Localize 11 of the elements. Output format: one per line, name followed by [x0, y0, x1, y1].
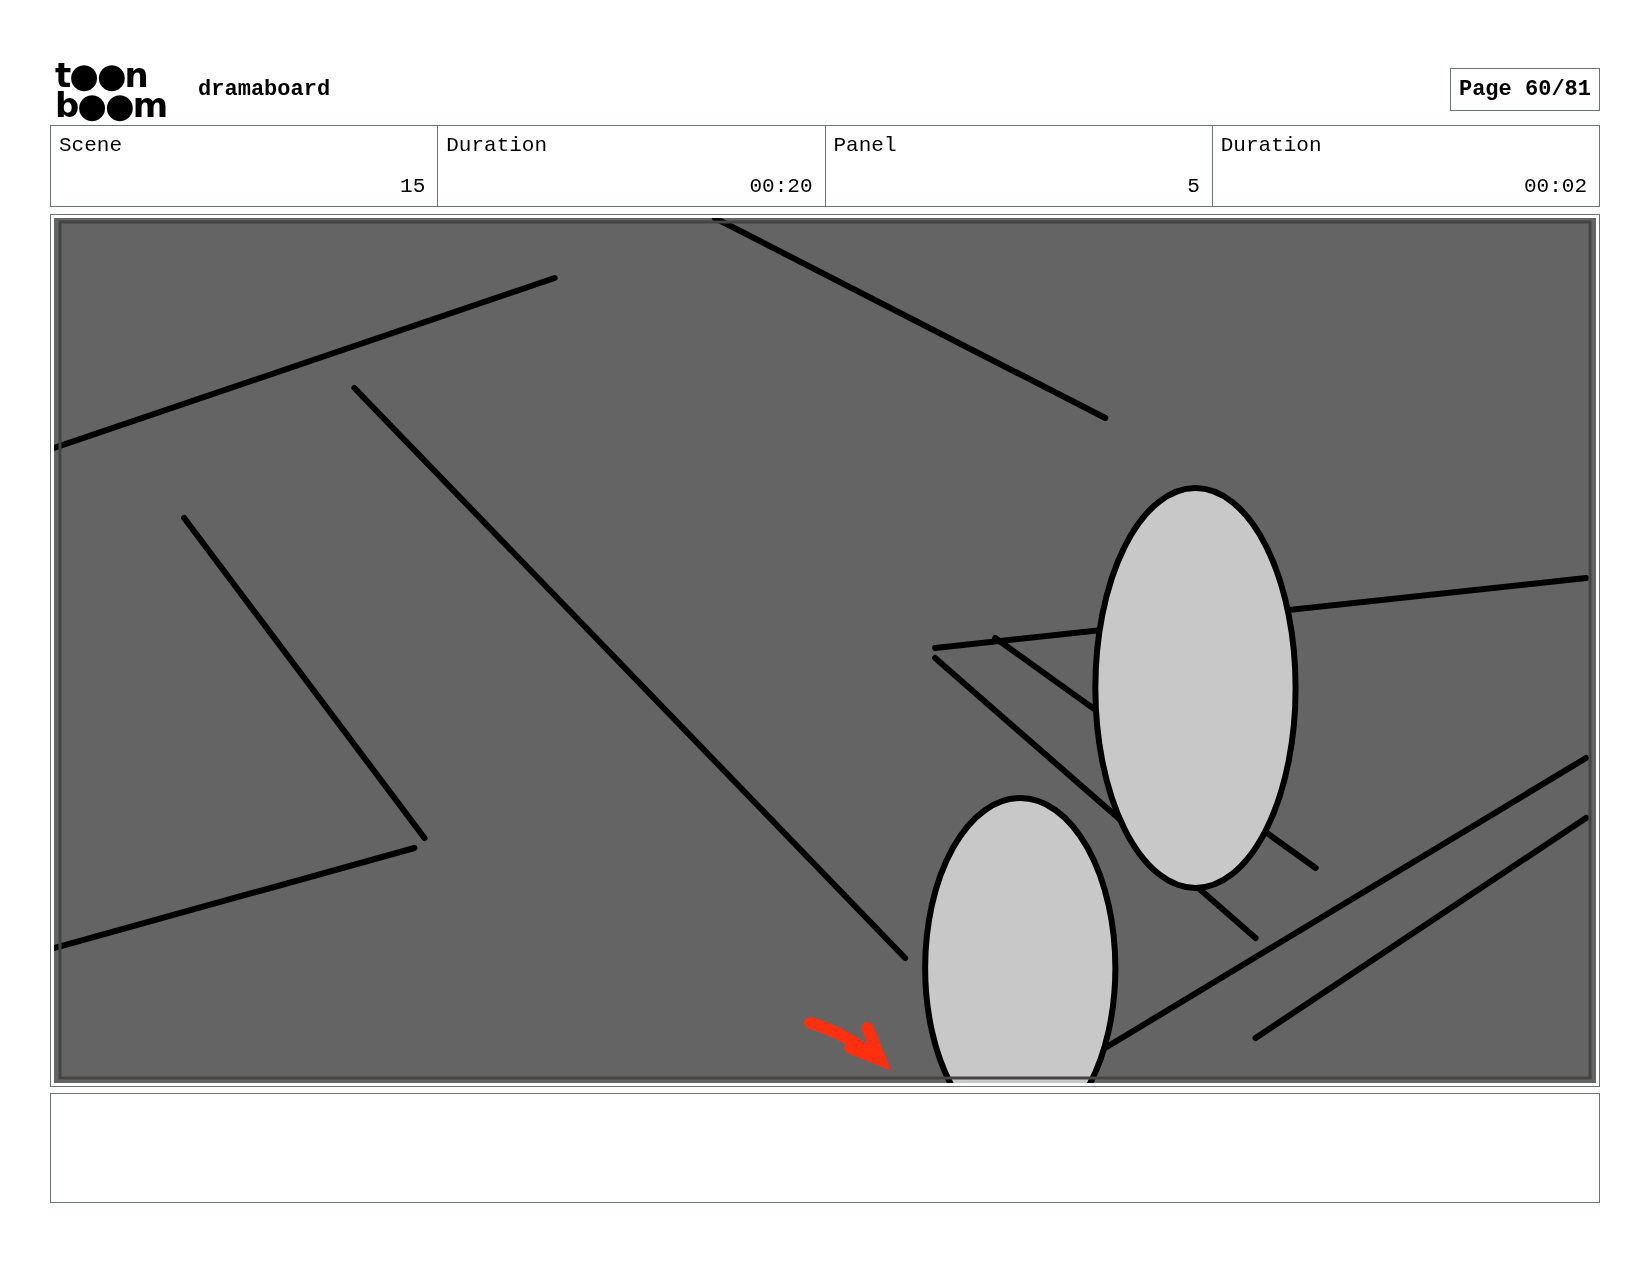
logo: t●●n b●●m	[55, 59, 167, 120]
field-label: Panel	[833, 133, 897, 159]
field-label: Scene	[59, 133, 122, 159]
field-label: Duration	[1220, 133, 1322, 159]
field-value: 5	[1187, 173, 1200, 200]
field-value: 00:20	[749, 173, 813, 200]
field-label: Duration	[446, 133, 548, 159]
page-number: Page 60/81	[1449, 68, 1600, 111]
field-value: 15	[400, 173, 426, 200]
app-name: dramaboard	[198, 76, 331, 104]
field-value: 00:02	[1524, 173, 1587, 200]
